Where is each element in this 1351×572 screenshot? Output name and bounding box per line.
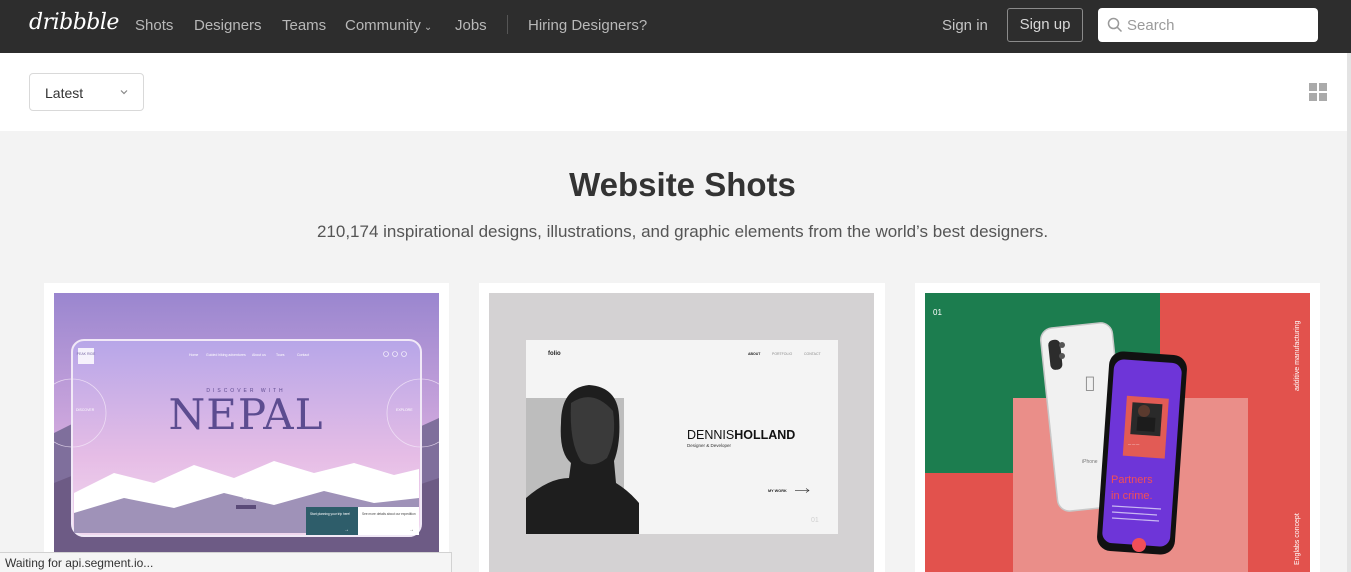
search-box[interactable] (1098, 8, 1318, 42)
nav-community-label: Community (345, 17, 421, 34)
shot-thumbnail[interactable]: folio ABOUT PORTFOLIO CONTACT DENNISHOLL… (489, 293, 874, 572)
shot2-menu-about: ABOUT (748, 352, 761, 356)
shot3-headline-1: Partners (1111, 474, 1153, 486)
shot1-menu-home: Home (189, 353, 198, 357)
shot3-headline-2: in crime. (1111, 490, 1153, 502)
shot-thumbnail[interactable]: 01 additive manufacturing Englabs concep… (925, 293, 1310, 572)
shot1-menu-tours: Tours (276, 353, 285, 357)
nav-community[interactable]: Community ⌄ (345, 17, 432, 34)
page-title: Website Shots (569, 166, 796, 203)
shot1-brand: PEAK RIDE (77, 352, 96, 356)
svg-text:— — —: — — — (1128, 442, 1140, 446)
shot1-menu-adventures: Guided hiking adventures (206, 353, 246, 357)
shot2-name-last: HOLLAND (734, 428, 795, 442)
shot-card[interactable]: 01 additive manufacturing Englabs concep… (915, 283, 1320, 572)
shot-image-nepal: PEAK RIDE Home Guided hiking adventures … (54, 293, 439, 572)
top-navigation-bar: dribbble Shots Designers Teams Community… (0, 0, 1351, 53)
filter-bar: Latest (0, 53, 1351, 131)
shot-thumbnail[interactable]: PEAK RIDE Home Guided hiking adventures … (54, 293, 439, 572)
shot1-headline: NEPAL (168, 390, 323, 439)
svg-text::  (1085, 373, 1095, 392)
shot2-menu-portfolio: PORTFOLIO (772, 352, 792, 356)
sort-dropdown-value: Latest (45, 85, 84, 101)
nav-teams[interactable]: Teams (282, 17, 326, 34)
page-subtitle: 210,174 inspirational designs, illustrat… (316, 222, 1049, 241)
shot2-menu-contact: CONTACT (804, 352, 822, 356)
shot2-role: Designer & Developer (687, 443, 732, 448)
shot1-cta-right: See more details about our expedition (362, 512, 416, 516)
sort-dropdown[interactable]: Latest (29, 73, 144, 111)
nav-jobs[interactable]: Jobs (455, 17, 487, 34)
shot2-brand: folio (548, 351, 561, 357)
search-icon (1107, 17, 1123, 33)
shot2-name: DENNISHOLLAND (687, 428, 795, 442)
nav-shots[interactable]: Shots (135, 17, 173, 34)
shot3-side-bottom: Englabs concept (1294, 513, 1301, 565)
search-input[interactable] (1127, 15, 1307, 35)
nav-designers[interactable]: Designers (194, 17, 262, 34)
shot1-menu-about: About us (252, 353, 266, 357)
shot3-index: 01 (933, 308, 942, 317)
shot-image-dennis-holland: folio ABOUT PORTFOLIO CONTACT DENNISHOLL… (489, 293, 874, 572)
browser-status-bar: Waiting for api.segment.io... (0, 552, 452, 572)
chevron-down-icon: ⌄ (423, 22, 433, 33)
shot1-side-left: DISCOVER (76, 408, 95, 412)
svg-text:→: → (409, 527, 414, 533)
shot-card[interactable]: PEAK RIDE Home Guided hiking adventures … (44, 283, 449, 572)
grid-view-icon[interactable] (1309, 83, 1327, 101)
shot1-cta-left: Start planning your trip here! (310, 512, 350, 516)
shot3-side-top: additive manufacturing (1294, 320, 1301, 391)
shot2-cta: MY WORK (768, 489, 787, 493)
nav-hiring-designers[interactable]: Hiring Designers? (528, 17, 647, 34)
shot-image-partners-in-crime: 01 additive manufacturing Englabs concep… (925, 293, 1310, 572)
shot2-name-first: DENNIS (687, 428, 734, 442)
shot-card[interactable]: folio ABOUT PORTFOLIO CONTACT DENNISHOLL… (479, 283, 885, 572)
nav-divider (507, 15, 508, 34)
chevron-down-icon (120, 90, 128, 95)
shot1-side-right: EXPLORE (396, 408, 413, 412)
page-scrollbar[interactable] (1347, 53, 1351, 572)
shot3-phone-label: iPhone (1082, 459, 1098, 465)
sign-up-button[interactable]: Sign up (1007, 8, 1083, 42)
sign-in-link[interactable]: Sign in (942, 17, 988, 34)
shot2-page-number: 01 (811, 517, 819, 524)
dribbble-logo[interactable]: dribbble (29, 10, 119, 35)
shot1-menu-contact: Contact (297, 353, 309, 357)
svg-text:→: → (344, 527, 349, 533)
